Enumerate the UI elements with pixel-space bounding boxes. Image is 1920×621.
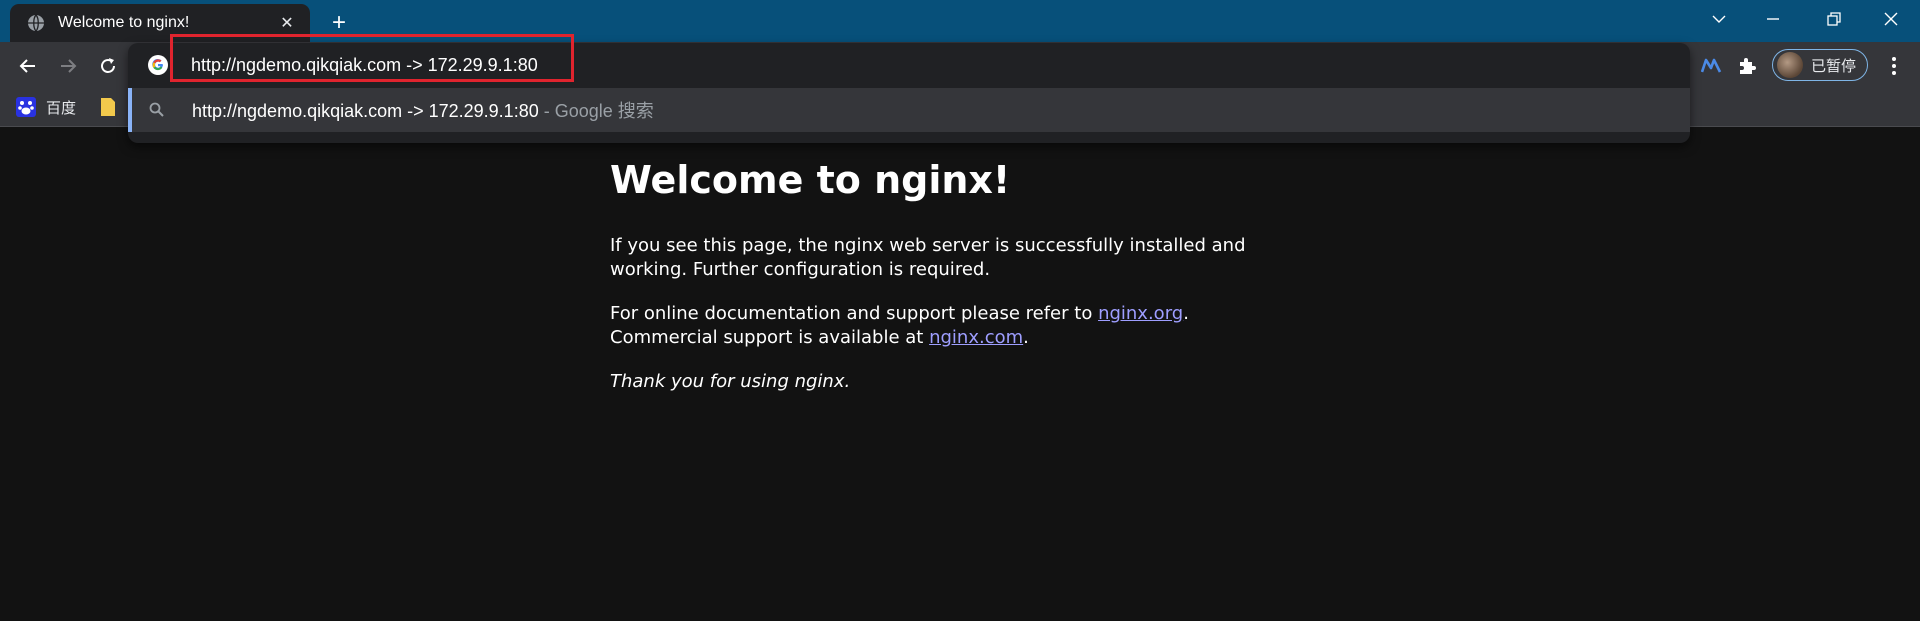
docs-paragraph: For online documentation and support ple… [610,302,1310,350]
profile-status: 已暂停 [1811,57,1857,75]
close-icon[interactable]: ✕ [276,12,298,34]
page-content: Welcome to nginx! If you see this page, … [610,150,1310,394]
puzzle-icon[interactable] [1731,50,1763,82]
thanks-paragraph: Thank you for using nginx. [610,371,851,392]
kebab-menu-icon[interactable] [1880,50,1908,82]
google-icon [147,54,169,76]
profile-button[interactable]: 已暂停 [1772,49,1868,81]
suggestion-suffix: - Google 搜索 [538,101,654,121]
nginx-org-link[interactable]: nginx.org [1098,303,1183,324]
nginx-com-link[interactable]: nginx.com [929,327,1023,348]
back-icon[interactable] [12,50,44,82]
highlight-box [170,34,574,82]
window-close-icon[interactable] [1874,4,1908,34]
suggestion-query: http://ngdemo.qikqiak.com -> 172.29.9.1:… [192,101,539,121]
forward-icon[interactable] [52,50,84,82]
docs-text: For online documentation and support ple… [610,303,1099,324]
docs-period: . [1183,303,1189,324]
commercial-text: Commercial support is available at [610,327,930,348]
intro-paragraph: If you see this page, the nginx web serv… [610,235,1246,280]
tab-title: Welcome to nginx! [58,14,190,31]
commercial-period: . [1023,327,1029,348]
minimize-icon[interactable] [1756,4,1790,34]
folder-icon[interactable] [100,96,116,118]
suggestion-text[interactable]: http://ngdemo.qikqiak.com -> 172.29.9.1:… [192,100,654,122]
bookmark-label: 百度 [46,99,77,117]
plus-icon[interactable]: + [326,10,352,36]
page-heading: Welcome to nginx! [610,158,1011,202]
restore-icon[interactable] [1817,4,1851,34]
globe-icon [26,13,46,33]
avatar [1777,52,1803,78]
bookmark-baidu[interactable]: 百度 [16,96,76,118]
search-icon [148,101,166,119]
chevron-down-icon[interactable] [1702,4,1736,34]
extension-m-icon[interactable] [1696,50,1728,82]
selection-marker [128,88,132,132]
reload-icon[interactable] [92,50,124,82]
baidu-icon [16,97,36,117]
